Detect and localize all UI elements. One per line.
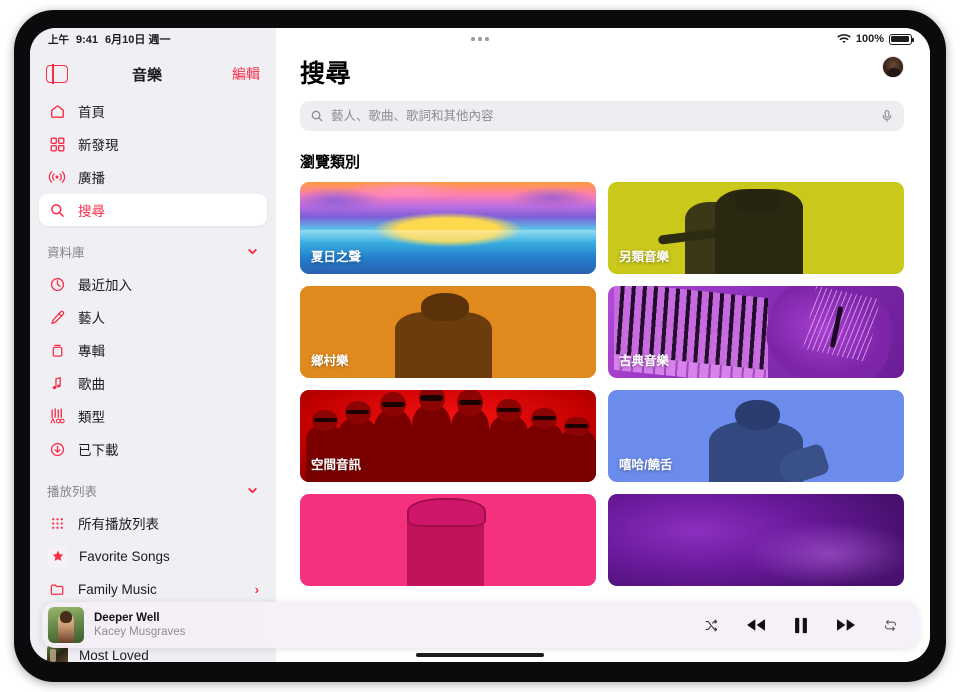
- sidebar-item-label: Family Music: [78, 581, 157, 597]
- playlists-section-header[interactable]: 播放列表: [39, 475, 267, 505]
- sidebar-item-label: Most Loved: [79, 647, 149, 663]
- category-label: 嘻哈/饒舌: [619, 458, 673, 472]
- sidebar-item-search[interactable]: 搜尋: [39, 194, 267, 226]
- sidebar-item-albums[interactable]: 專輯: [39, 334, 267, 366]
- sidebar-item-artists[interactable]: 藝人: [39, 301, 267, 333]
- edit-button[interactable]: 編輯: [232, 64, 260, 84]
- category-tile-classical[interactable]: 古典音樂: [608, 286, 904, 378]
- microphone-icon[interactable]: [880, 109, 894, 123]
- home-indicator[interactable]: [416, 653, 544, 657]
- clock-icon: [47, 274, 67, 294]
- sidebar-item-new[interactable]: 新發現: [39, 128, 267, 160]
- category-label: 鄉村樂: [311, 354, 349, 368]
- chevron-down-icon[interactable]: [246, 245, 259, 258]
- category-tile-pink-partial[interactable]: [300, 494, 596, 586]
- star-icon: [47, 545, 68, 567]
- sidebar-item-home[interactable]: 首頁: [39, 95, 267, 127]
- sidebar-item-downloaded[interactable]: 已下載: [39, 433, 267, 465]
- sidebar-item-all-playlists[interactable]: 所有播放列表: [39, 507, 267, 539]
- category-grid: 夏日之聲 另類音樂 鄉村樂 古典音樂 空間音訊 嘻哈/饒舌: [300, 182, 904, 586]
- repeat-icon[interactable]: [883, 618, 898, 633]
- page-title: 搜尋: [300, 60, 352, 88]
- search-icon: [310, 109, 324, 123]
- playlist-grid-icon: [47, 513, 67, 533]
- now-playing-title: Deeper Well: [94, 611, 160, 624]
- pause-icon[interactable]: [793, 616, 809, 635]
- category-tile-purple-partial[interactable]: [608, 494, 904, 586]
- library-section-header[interactable]: 資料庫: [39, 236, 267, 266]
- sidebar-item-favorite-songs[interactable]: Favorite Songs: [39, 540, 267, 572]
- ipad-device-frame: 上午 9:41 6月10日 週一 100% 音樂 編輯 首頁 新發現 廣播 搜尋…: [14, 10, 946, 682]
- chevron-right-icon[interactable]: ›: [255, 582, 259, 597]
- genre-icon: [47, 406, 67, 426]
- house-icon: [47, 101, 67, 121]
- chevron-down-icon[interactable]: [246, 484, 259, 497]
- shuffle-icon[interactable]: [704, 618, 719, 633]
- category-tile-country[interactable]: 鄉村樂: [300, 286, 596, 378]
- search-input[interactable]: [331, 109, 873, 123]
- folder-icon: [47, 579, 67, 599]
- sidebar-item-label: 首頁: [78, 105, 105, 120]
- category-tile-summer[interactable]: 夏日之聲: [300, 182, 596, 274]
- category-tile-hiphop-rap[interactable]: 嘻哈/饒舌: [608, 390, 904, 482]
- playback-controls: [704, 616, 904, 635]
- category-tile-spatial-audio[interactable]: 空間音訊: [300, 390, 596, 482]
- sidebar-item-radio[interactable]: 廣播: [39, 161, 267, 193]
- sidebar-item-label: 類型: [78, 410, 105, 425]
- now-playing-artist: Kacey Musgraves: [94, 626, 186, 638]
- sidebar-item-label: 新發現: [78, 138, 119, 153]
- sidebar-header: 音樂 編輯: [30, 54, 276, 94]
- search-bar[interactable]: [300, 101, 904, 131]
- broadcast-icon: [47, 167, 67, 187]
- now-playing-bar[interactable]: Deeper Well Kacey Musgraves: [42, 602, 918, 648]
- sidebar-toggle-icon[interactable]: [46, 64, 68, 84]
- library-section-label: 資料庫: [47, 245, 85, 260]
- sidebar-item-label: 藝人: [78, 311, 105, 326]
- search-icon: [47, 200, 67, 220]
- forward-icon[interactable]: [835, 617, 857, 633]
- sidebar-title: 音樂: [131, 66, 162, 84]
- category-artwork: [608, 494, 904, 586]
- microphone-icon: [47, 307, 67, 327]
- now-playing-meta: Deeper Well Kacey Musgraves: [94, 611, 185, 640]
- category-label: 另類音樂: [619, 250, 670, 264]
- category-label: 空間音訊: [311, 458, 362, 472]
- sidebar: 音樂 編輯 首頁 新發現 廣播 搜尋 資料庫 最近加入 藝人 專輯 歌曲 類型 …: [30, 28, 276, 662]
- main-content: 搜尋 瀏覽類別: [276, 28, 930, 662]
- album-icon: [47, 340, 67, 360]
- section-title-browse-categories: 瀏覽類別: [300, 154, 361, 171]
- sidebar-item-label: 最近加入: [78, 278, 132, 293]
- sidebar-item-label: 搜尋: [78, 204, 105, 219]
- category-label: 古典音樂: [619, 354, 670, 368]
- sidebar-item-label: 歌曲: [78, 377, 105, 392]
- sidebar-item-genres[interactable]: 類型: [39, 400, 267, 432]
- playlists-section-label: 播放列表: [47, 484, 98, 499]
- sidebar-item-label: 廣播: [78, 171, 105, 186]
- grid-squares-icon: [47, 134, 67, 154]
- sidebar-item-label: 已下載: [78, 443, 119, 458]
- category-artwork: [300, 494, 596, 586]
- category-tile-alternative[interactable]: 另類音樂: [608, 182, 904, 274]
- sidebar-item-songs[interactable]: 歌曲: [39, 367, 267, 399]
- download-arrow-icon: [47, 439, 67, 459]
- sidebar-item-label: 專輯: [78, 344, 105, 359]
- category-label: 夏日之聲: [311, 250, 362, 264]
- music-note-icon: [47, 373, 67, 393]
- sidebar-item-family-music[interactable]: Family Music ›: [39, 573, 267, 605]
- ipad-screen: 上午 9:41 6月10日 週一 100% 音樂 編輯 首頁 新發現 廣播 搜尋…: [30, 28, 930, 662]
- sidebar-item-label: 所有播放列表: [78, 517, 159, 532]
- rewind-icon[interactable]: [745, 617, 767, 633]
- sidebar-item-recently-added[interactable]: 最近加入: [39, 268, 267, 300]
- sidebar-item-label: Favorite Songs: [79, 548, 170, 564]
- profile-avatar[interactable]: [882, 56, 904, 78]
- album-artwork[interactable]: [48, 607, 84, 643]
- main-header: 搜尋: [300, 54, 904, 90]
